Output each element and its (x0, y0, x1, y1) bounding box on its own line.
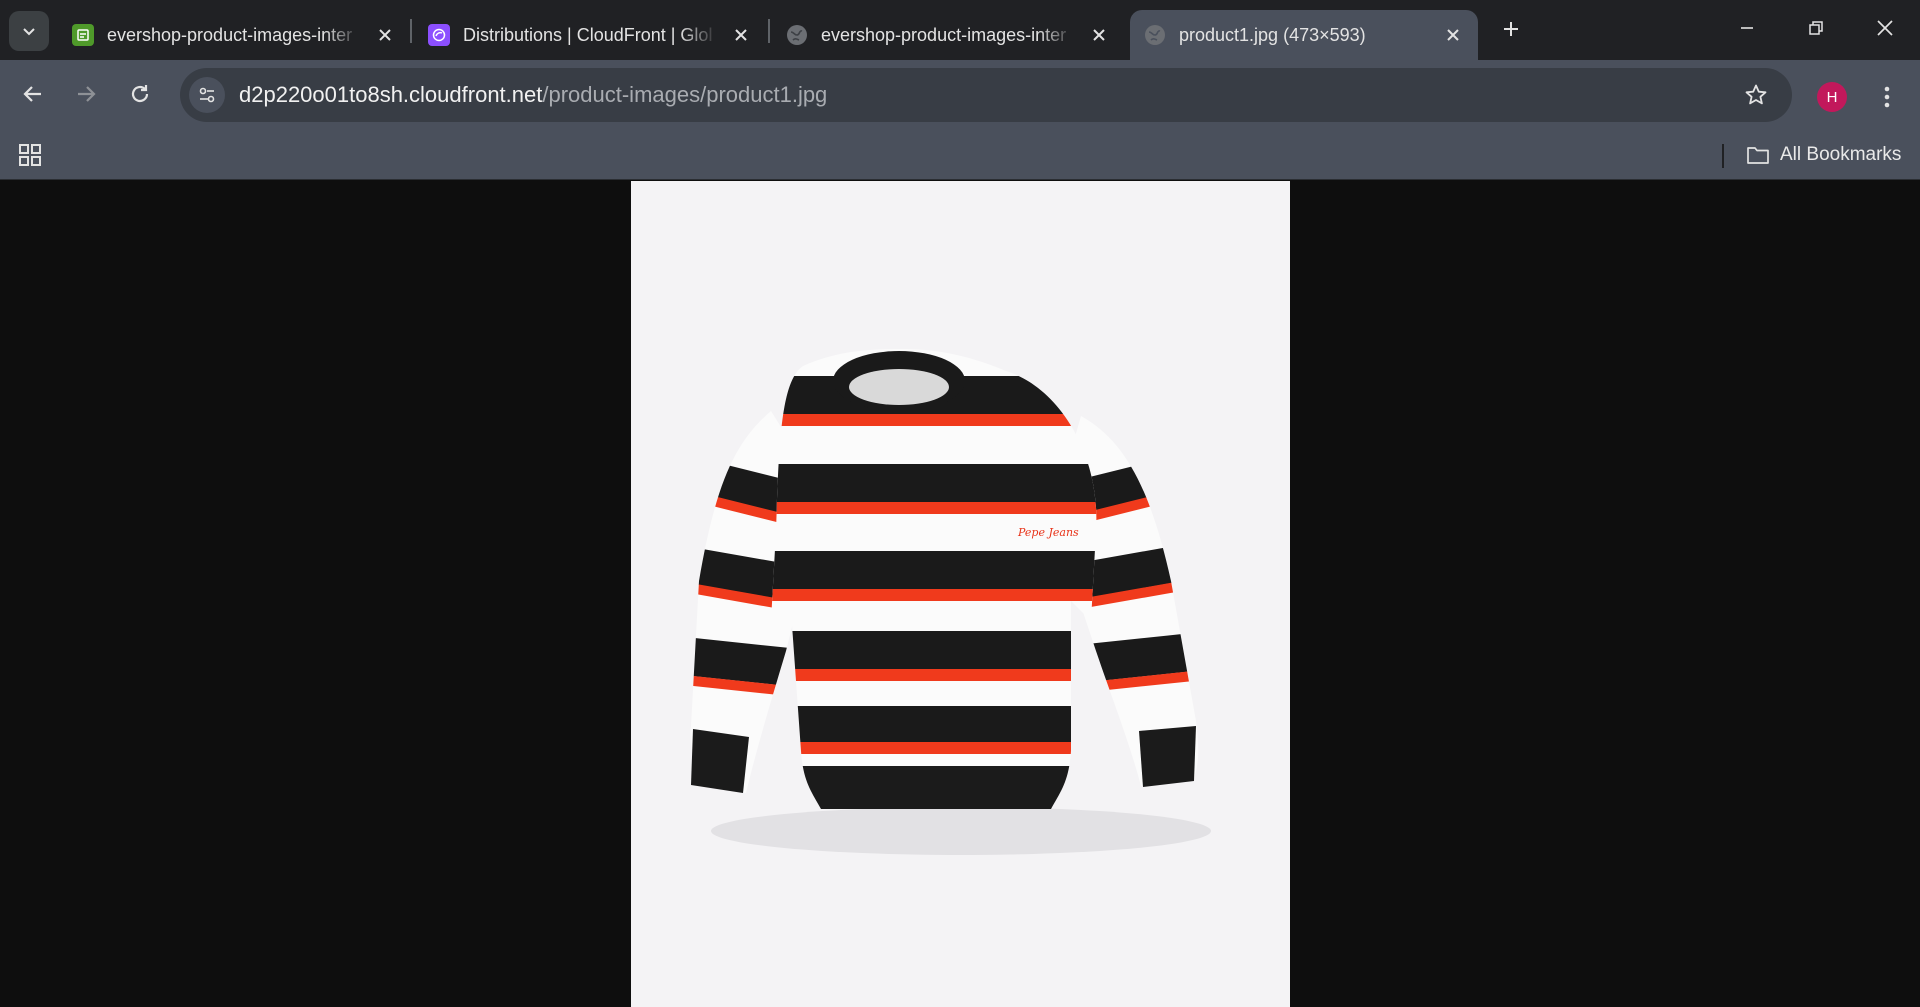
close-tab-icon[interactable] (1442, 24, 1464, 46)
all-bookmarks-label: All Bookmarks (1780, 144, 1902, 165)
close-window-button[interactable] (1863, 6, 1907, 50)
minimize-button[interactable] (1725, 6, 1769, 50)
restore-icon (1809, 21, 1823, 35)
close-tab-icon[interactable] (730, 24, 752, 46)
striped-sweater-image: Pepe Jeans (690, 349, 1211, 855)
tab-separator (768, 19, 770, 43)
browser-toolbar: d2p220o01to8sh.cloudfront.net/product-im… (0, 60, 1920, 130)
tab-bucket-object[interactable]: evershop-product-images-inter (772, 10, 1124, 60)
bookmarks-bar: All Bookmarks (0, 130, 1920, 180)
close-tab-icon[interactable] (1088, 24, 1110, 46)
reload-icon (131, 85, 149, 103)
tab-title: evershop-product-images-inter (107, 24, 353, 45)
address-bar[interactable]: d2p220o01to8sh.cloudfront.net/product-im… (180, 68, 1792, 122)
tab-title: Distributions | CloudFront | Glol (463, 24, 713, 45)
url-text[interactable]: d2p220o01to8sh.cloudfront.net/product-im… (239, 82, 827, 108)
star-icon (1745, 84, 1767, 105)
tab-product-image[interactable]: product1.jpg (473×593) (1130, 10, 1478, 60)
url-path: /product-images/product1.jpg (542, 82, 828, 107)
site-info-button[interactable] (189, 77, 225, 113)
restore-button[interactable] (1794, 6, 1838, 50)
tab-strip: evershop-product-images-inter Distributi… (0, 0, 1920, 60)
tab-title: evershop-product-images-inter (821, 24, 1067, 45)
globe-icon (786, 24, 808, 46)
reload-button[interactable] (120, 74, 160, 114)
url-host: d2p220o01to8sh.cloudfront.net (239, 82, 543, 107)
close-tab-icon[interactable] (374, 24, 396, 46)
tab-title: product1.jpg (473×593) (1179, 24, 1366, 45)
plus-icon (1504, 22, 1518, 36)
tab-cloudfront[interactable]: Distributions | CloudFront | Glol (414, 10, 766, 60)
brand-logo: Pepe Jeans (1017, 526, 1079, 539)
tab-search-button[interactable] (9, 11, 49, 51)
new-tab-button[interactable] (1494, 12, 1528, 46)
back-button[interactable] (13, 74, 53, 114)
tab-s3-bucket[interactable]: evershop-product-images-inter (58, 10, 410, 60)
bookmark-star-button[interactable] (1738, 77, 1774, 113)
cloudfront-icon (428, 24, 450, 46)
tab-separator (410, 19, 412, 43)
product-image[interactable]: Pepe Jeans (631, 181, 1290, 1007)
all-bookmarks-button[interactable]: All Bookmarks (1746, 138, 1901, 172)
apps-grid-icon (19, 144, 41, 166)
profile-avatar[interactable]: H (1817, 82, 1847, 112)
tune-icon (199, 87, 215, 103)
folder-icon (1747, 147, 1769, 164)
s3-bucket-icon (72, 24, 94, 46)
minimize-icon (1741, 27, 1753, 29)
image-viewer: Pepe Jeans (0, 181, 1920, 1007)
back-arrow-icon (23, 86, 41, 102)
chevron-down-icon (23, 28, 35, 36)
bookmarks-separator (1722, 144, 1724, 168)
forward-arrow-icon (78, 86, 96, 102)
apps-button[interactable] (16, 141, 44, 169)
browser-menu-button[interactable] (1870, 80, 1904, 114)
forward-button[interactable] (66, 74, 106, 114)
close-icon (1877, 20, 1893, 36)
globe-icon (1144, 24, 1166, 46)
more-vert-icon (1884, 86, 1890, 108)
